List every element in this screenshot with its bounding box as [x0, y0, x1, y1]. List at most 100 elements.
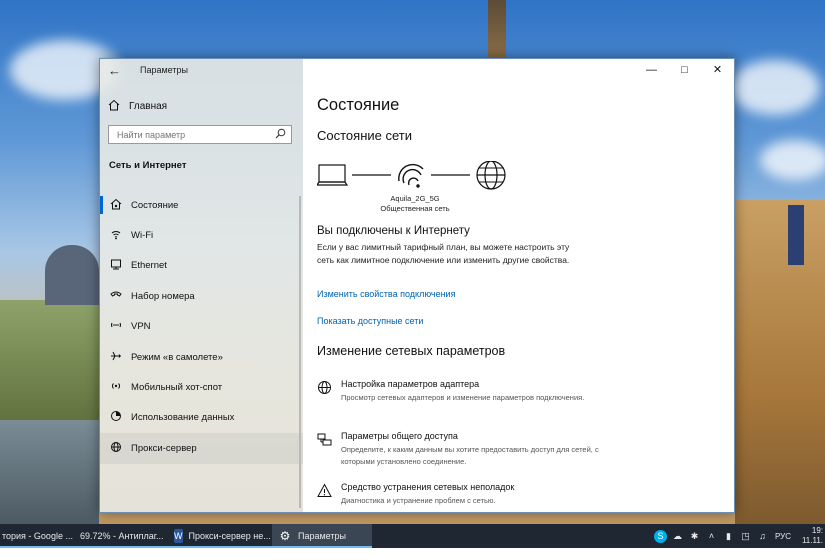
- minimize-button[interactable]: —: [635, 59, 668, 81]
- chevron-up-icon[interactable]: ˄: [705, 530, 718, 543]
- word-icon: W: [174, 529, 183, 543]
- adapter-globe-icon: [317, 380, 333, 396]
- option-description: Определите, к каким данным вы хотите пре…: [341, 445, 599, 466]
- sidebar-item-wifi[interactable]: Wi-Fi: [100, 220, 303, 250]
- sidebar-item-proxy[interactable]: Прокси-сервер: [100, 433, 303, 464]
- sidebar: ← Параметры Главная Сеть и Интернет Сост…: [100, 59, 303, 512]
- taskbar-item-word[interactable]: W Прокси-сервер не...: [168, 524, 272, 548]
- wallpaper-dome: [45, 245, 99, 305]
- home-label: Главная: [129, 100, 168, 112]
- connected-description: Если у вас лимитный тарифный план, вы мо…: [317, 242, 570, 265]
- sidebar-item-label: Мобильный хот-спот: [131, 382, 223, 394]
- taskbar-item-settings[interactable]: ⚙ Параметры: [272, 524, 372, 548]
- sidebar-item-vpn[interactable]: VPN: [100, 312, 303, 342]
- sidebar-scrollbar[interactable]: [299, 196, 301, 508]
- home-icon: [108, 99, 122, 114]
- option-description: Просмотр сетевых адаптеров и изменение п…: [341, 393, 585, 402]
- back-button[interactable]: ←: [108, 64, 124, 78]
- taskbar-label: 69.72% - Антиплаг...: [80, 531, 164, 541]
- ethernet-icon: [109, 258, 123, 273]
- data-usage-icon: [109, 410, 123, 425]
- network-tray-icon[interactable]: ◳: [739, 530, 752, 543]
- volume-icon[interactable]: ♫: [756, 530, 769, 543]
- window-controls: — □ ✕: [635, 59, 734, 83]
- hotspot-icon: [109, 380, 123, 395]
- change-settings-title: Изменение сетевых параметров: [317, 344, 506, 358]
- section-title: Сеть и Интернет: [109, 160, 187, 171]
- system-tray: S ☁ ✱ ˄ ▮ ◳ ♫ РУС 19: 11.11.: [652, 524, 825, 548]
- network-label: Aquila_2G_5G Общественная сеть: [355, 194, 475, 214]
- settings-window: ← Параметры Главная Сеть и Интернет Сост…: [99, 58, 735, 513]
- app-title: Параметры: [140, 65, 188, 75]
- skype-icon[interactable]: S: [653, 529, 667, 543]
- bluetooth-icon[interactable]: ✱: [688, 530, 701, 543]
- close-icon: ✕: [712, 64, 723, 76]
- wifi-icon: [109, 228, 123, 243]
- maximize-button[interactable]: □: [668, 59, 701, 81]
- sidebar-item-label: Прокси-сервер: [131, 442, 197, 454]
- search-box[interactable]: [108, 125, 292, 144]
- sidebar-item-dialup[interactable]: Набор номера: [100, 281, 303, 311]
- laptop-icon: [317, 164, 349, 186]
- clock-time: 19:: [811, 526, 823, 535]
- home-link[interactable]: Главная: [108, 98, 167, 114]
- sidebar-item-label: Ethernet: [131, 260, 167, 272]
- close-button[interactable]: ✕: [701, 59, 734, 81]
- sidebar-item-data-usage[interactable]: Использование данных: [100, 403, 303, 433]
- titlebar: ← Параметры: [100, 59, 303, 83]
- sidebar-item-ethernet[interactable]: Ethernet: [100, 251, 303, 281]
- home-status-icon: [109, 198, 123, 213]
- wallpaper-parliament: [735, 200, 825, 524]
- sidebar-item-label: VPN: [131, 321, 151, 333]
- clock[interactable]: 19: 11.11.: [795, 526, 825, 546]
- battery-icon[interactable]: ▮: [722, 530, 735, 543]
- wallpaper-bridge: [0, 300, 99, 430]
- back-arrow-icon: ←: [108, 63, 121, 78]
- network-status-title: Состояние сети: [317, 128, 412, 143]
- wallpaper-cloud: [730, 60, 820, 115]
- sidebar-item-hotspot[interactable]: Мобильный хот-спот: [100, 372, 303, 402]
- maximize-icon: □: [681, 64, 688, 76]
- search-icon[interactable]: [275, 128, 286, 142]
- onedrive-icon[interactable]: ☁: [671, 530, 684, 543]
- taskbar-label: тория - Google ...: [2, 531, 73, 541]
- wallpaper-river: [0, 420, 99, 524]
- taskbar-label: Параметры: [298, 531, 346, 541]
- page-title: Состояние: [317, 96, 400, 114]
- warning-icon: [317, 483, 333, 499]
- option-title: Настройка параметров адаптера: [341, 379, 480, 389]
- option-title: Параметры общего доступа: [341, 431, 458, 441]
- search-input[interactable]: [109, 126, 269, 143]
- wallpaper-cloud: [760, 140, 825, 180]
- wallpaper-tower: [788, 205, 804, 265]
- taskbar-item-browser-history[interactable]: тория - Google ...: [0, 524, 73, 548]
- option-title: Средство устранения сетевых неполадок: [341, 482, 515, 492]
- sidebar-item-airplane[interactable]: Режим «в самолете»: [100, 342, 303, 372]
- sidebar-nav: Состояние Wi-Fi Ethernet Набор номера VP…: [100, 190, 303, 464]
- sharing-icon: [317, 432, 333, 448]
- option-description: Диагностика и устранение проблем с сетью…: [341, 496, 496, 505]
- sidebar-item-label: Режим «в самолете»: [131, 351, 223, 363]
- change-connection-properties-link[interactable]: Изменить свойства подключения: [317, 289, 455, 299]
- phone-icon: [109, 289, 123, 304]
- sidebar-item-label: Использование данных: [131, 412, 235, 424]
- show-available-networks-link[interactable]: Показать доступные сети: [317, 316, 423, 326]
- minimize-icon: —: [646, 64, 657, 76]
- network-type: Общественная сеть: [380, 204, 450, 213]
- globe-icon: [109, 441, 123, 456]
- wifi-signal-icon: [398, 163, 424, 188]
- taskbar-label: Прокси-сервер не...: [188, 531, 271, 541]
- sidebar-item-status[interactable]: Состояние: [100, 190, 303, 220]
- screen-bottom-strip: [0, 548, 825, 560]
- wallpaper-spire: [488, 0, 506, 58]
- sidebar-item-label: Состояние: [131, 199, 179, 211]
- internet-globe-icon: [476, 161, 506, 190]
- network-name: Aquila_2G_5G: [390, 194, 440, 203]
- airplane-icon: [109, 350, 123, 365]
- sidebar-item-label: Wi-Fi: [131, 230, 154, 242]
- gear-icon: ⚙: [279, 529, 291, 543]
- taskbar-item-chrome[interactable]: 69.72% - Антиплаг...: [68, 524, 168, 548]
- language-indicator[interactable]: РУС: [775, 532, 791, 541]
- main-content: — □ ✕ Состояние Состояние сети Aquila_2G…: [303, 59, 734, 512]
- vpn-icon: [109, 319, 123, 334]
